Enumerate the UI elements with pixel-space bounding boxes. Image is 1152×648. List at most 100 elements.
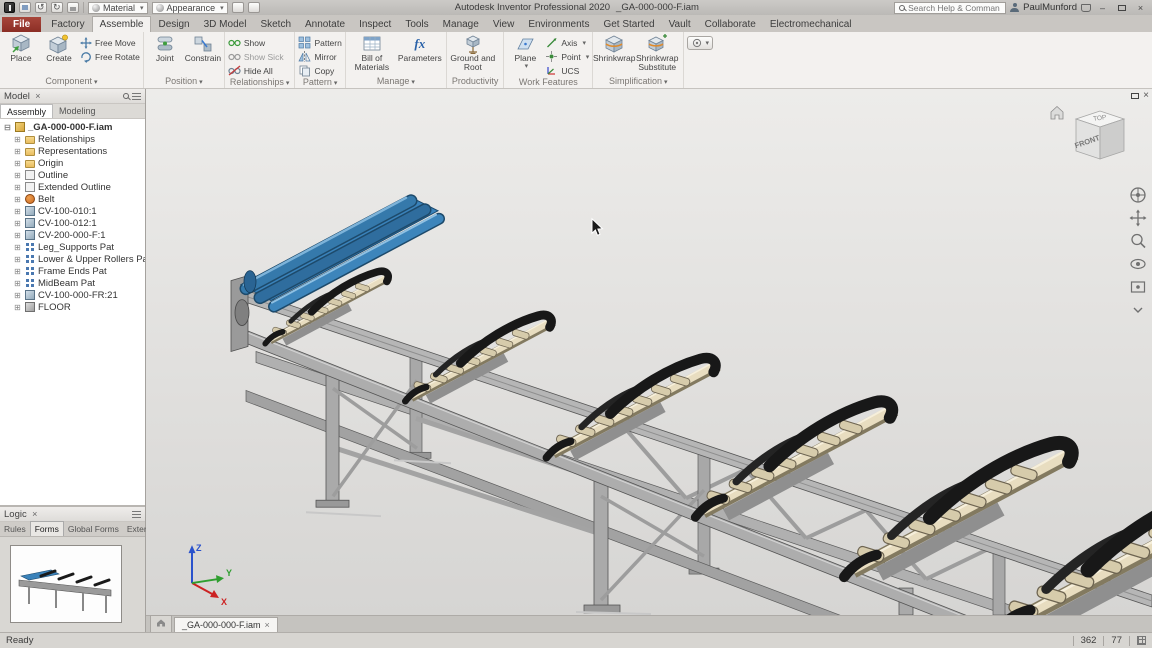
print-icon[interactable] <box>67 2 79 13</box>
user-name[interactable]: PaulMunford <box>1023 2 1077 13</box>
tab-manage[interactable]: Manage <box>436 17 486 32</box>
tree-item[interactable]: Frame Ends Pat <box>0 265 145 277</box>
3d-scene[interactable]: × Z X Y TOP FRONT <box>146 89 1152 615</box>
home-icon[interactable] <box>1050 105 1064 120</box>
mirror-button[interactable]: Mirror <box>298 50 341 63</box>
tree-item[interactable]: Leg_Supports Pat <box>0 241 145 253</box>
relationships-panel-label[interactable]: Relationships <box>228 77 292 88</box>
tree-item[interactable]: CV-100-010:1 <box>0 205 145 217</box>
tree-item[interactable]: CV-200-000-F:1 <box>0 229 145 241</box>
ribbon-options-button[interactable] <box>687 36 714 50</box>
expand-icon[interactable] <box>13 255 22 264</box>
component-panel-label[interactable]: Component <box>3 76 140 88</box>
tab-sketch[interactable]: Sketch <box>253 17 298 32</box>
search-input[interactable] <box>908 2 1001 13</box>
logic-tab-forms[interactable]: Forms <box>29 521 64 536</box>
expand-icon[interactable] <box>13 243 22 252</box>
work-features-panel-label[interactable]: Work Features <box>507 77 589 88</box>
tree-item[interactable]: MidBeam Pat <box>0 277 145 289</box>
browser-search-icon[interactable] <box>123 93 129 99</box>
navigation-wheel-icon[interactable] <box>1128 185 1148 205</box>
tree-item[interactable]: Extended Outline <box>0 181 145 193</box>
ground-and-root-button[interactable]: Ground and Root <box>450 33 496 72</box>
navbar-more-chevron-icon[interactable] <box>1128 300 1148 320</box>
tree-item[interactable]: Belt <box>0 193 145 205</box>
tab-annotate[interactable]: Annotate <box>298 17 352 32</box>
tool-icon[interactable] <box>247 2 260 13</box>
user-avatar-icon[interactable] <box>1010 3 1020 12</box>
logic-menu-icon[interactable] <box>132 510 141 518</box>
tree-item[interactable]: Representations <box>0 145 145 157</box>
tab-electromechanical[interactable]: Electromechanical <box>763 17 859 32</box>
zoom-icon[interactable] <box>1128 231 1148 251</box>
expand-icon[interactable] <box>13 279 22 288</box>
position-panel-label[interactable]: Position <box>147 76 221 88</box>
shrinkwrap-button[interactable]: Shrinkwrap <box>593 33 636 63</box>
tab-collaborate[interactable]: Collaborate <box>698 17 763 32</box>
document-tab-active[interactable]: _GA-000-000-F.iam × <box>174 617 278 632</box>
tab-factory[interactable]: Factory <box>44 17 91 32</box>
hide-all-button[interactable]: Hide All <box>228 64 284 77</box>
tree-item[interactable]: CV-100-012:1 <box>0 217 145 229</box>
tab-environments[interactable]: Environments <box>521 17 596 32</box>
save-icon[interactable] <box>19 2 31 13</box>
measure-icon[interactable] <box>231 2 244 13</box>
expand-icon[interactable] <box>13 183 22 192</box>
expand-icon[interactable] <box>13 135 22 144</box>
tab-3d-model[interactable]: 3D Model <box>197 17 254 32</box>
logic-panel-close-icon[interactable] <box>30 509 40 519</box>
redo-icon[interactable] <box>51 2 63 13</box>
show-sick-button[interactable]: Show Sick <box>228 50 284 63</box>
expand-icon[interactable] <box>13 159 22 168</box>
tab-vault[interactable]: Vault <box>662 17 698 32</box>
pattern-button[interactable]: Pattern <box>298 36 342 49</box>
logic-tab-global-forms[interactable]: Global Forms <box>64 522 123 536</box>
create-button[interactable]: Create <box>41 33 77 63</box>
restore-button[interactable] <box>1114 1 1129 14</box>
expand-icon[interactable] <box>13 291 22 300</box>
shrinkwrap-substitute-button[interactable]: Shrinkwrap Substitute <box>634 33 680 72</box>
plane-button[interactable]: Plane <box>507 33 543 70</box>
undo-icon[interactable] <box>35 2 47 13</box>
expand-icon[interactable] <box>13 219 22 228</box>
pan-icon[interactable] <box>1128 208 1148 228</box>
collapse-icon[interactable] <box>3 123 12 132</box>
doc-close-icon[interactable]: × <box>1143 90 1149 101</box>
logic-tab-rules[interactable]: Rules <box>0 522 30 536</box>
tab-inspect[interactable]: Inspect <box>352 17 398 32</box>
simplification-panel-label[interactable]: Simplification <box>596 76 680 88</box>
browser-tab-modeling[interactable]: Modeling <box>53 104 102 118</box>
joint-button[interactable]: Joint <box>147 33 183 63</box>
material-dropdown[interactable]: Material <box>88 1 148 14</box>
browser-menu-icon[interactable] <box>132 92 141 100</box>
expand-icon[interactable] <box>13 195 22 204</box>
doc-restore-icon[interactable] <box>1131 92 1140 99</box>
tree-item[interactable]: Outline <box>0 169 145 181</box>
tree-item-root[interactable]: _GA-000-000-F.iam <box>0 121 145 133</box>
show-button[interactable]: Show <box>228 36 284 49</box>
parameters-button[interactable]: fx Parameters <box>397 33 443 63</box>
productivity-panel-label[interactable]: Productivity <box>450 76 501 88</box>
tab-view[interactable]: View <box>486 17 522 32</box>
copy-button[interactable]: Copy <box>298 64 341 77</box>
expand-icon[interactable] <box>13 207 22 216</box>
orbit-icon[interactable] <box>1128 254 1148 274</box>
tab-assemble[interactable]: Assemble <box>91 16 152 32</box>
3d-viewport-canvas[interactable]: Z X Y <box>146 89 1152 615</box>
store-cart-icon[interactable] <box>1081 3 1091 12</box>
minimize-button[interactable]: – <box>1095 1 1110 14</box>
constrain-button[interactable]: Constrain <box>185 33 221 63</box>
document-tab-close-icon[interactable]: × <box>265 620 270 630</box>
close-button[interactable]: × <box>1133 1 1148 14</box>
ucs-button[interactable]: UCS <box>545 64 589 77</box>
tree-item[interactable]: Relationships <box>0 133 145 145</box>
free-rotate-button[interactable]: Free Rotate <box>79 50 140 63</box>
tree-item[interactable]: Lower & Upper Rollers Pat <box>0 253 145 265</box>
tree-item[interactable]: CV-100-000-FR:21 <box>0 289 145 301</box>
help-search[interactable] <box>894 1 1007 14</box>
home-tab[interactable] <box>150 615 172 632</box>
tab-tools[interactable]: Tools <box>398 17 435 32</box>
axis-button[interactable]: Axis <box>545 36 589 49</box>
tab-file[interactable]: File <box>2 17 42 32</box>
inventor-logo-icon[interactable] <box>4 2 15 13</box>
